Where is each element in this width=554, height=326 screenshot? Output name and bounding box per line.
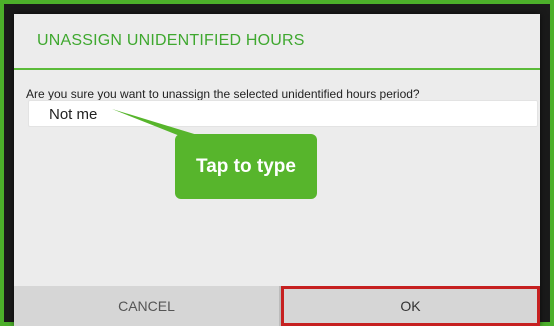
ok-button[interactable]: OK [281, 286, 540, 326]
dialog-button-bar: CANCEL OK [14, 286, 540, 326]
tap-to-type-callout: Tap to type [175, 134, 317, 199]
reason-input[interactable]: Not me [28, 100, 538, 127]
dialog-title: UNASSIGN UNIDENTIFIED HOURS [14, 14, 540, 70]
dialog-message: Are you sure you want to unassign the se… [26, 87, 420, 101]
cancel-button[interactable]: CANCEL [14, 286, 279, 326]
